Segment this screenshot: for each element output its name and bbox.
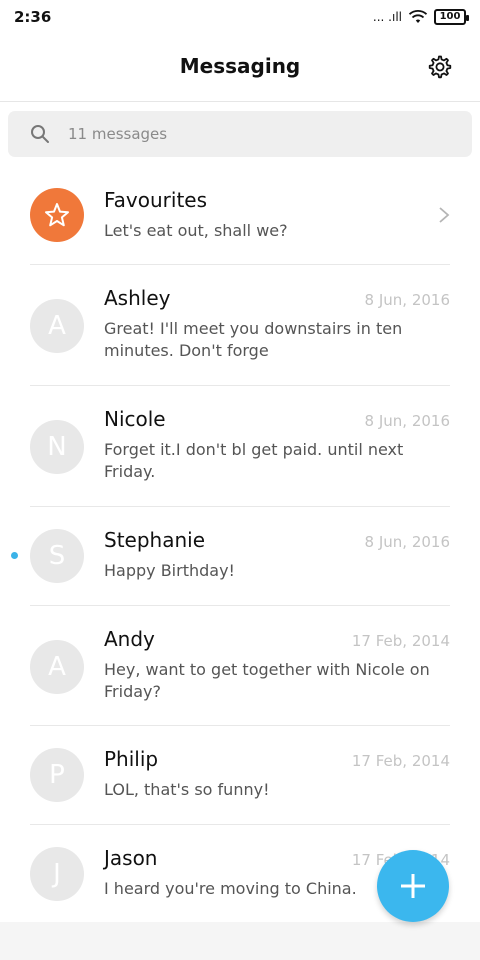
plus-icon [401, 874, 425, 898]
conversation-preview: Forget it.I don't bl get paid. until nex… [104, 440, 404, 481]
avatar: S [30, 529, 84, 583]
conversation-preview: Great! I'll meet you downstairs in ten m… [104, 319, 403, 360]
conversation-preview: Happy Birthday! [104, 561, 235, 580]
wifi-icon [408, 10, 428, 23]
search-input[interactable]: 11 messages [8, 111, 472, 157]
compose-button[interactable] [377, 850, 449, 922]
conversation-date: 8 Jun, 2016 [364, 412, 450, 430]
search-icon [31, 125, 49, 143]
gear-icon [428, 55, 452, 79]
star-icon [45, 203, 69, 227]
conversation-date: 17 Feb, 2014 [351, 752, 450, 770]
conversation-date: 17 Feb, 2014 [351, 632, 450, 650]
avatar: A [30, 640, 84, 694]
avatar: P [30, 748, 84, 802]
search-area: 11 messages [0, 102, 480, 166]
unread-indicator [11, 552, 18, 559]
avatar: J [30, 847, 84, 901]
conversation-date: 8 Jun, 2016 [364, 533, 450, 551]
conversation-favourites[interactable]: Favourites Let's eat out, shall we? [0, 166, 480, 265]
conversation-name: Philip [104, 747, 159, 771]
conversation-name: Favourites [104, 188, 208, 212]
conversation-nicole[interactable]: N Nicole 8 Jun, 2016 Forget it.I don't b… [0, 385, 480, 507]
conversation-preview: LOL, that's so funny! [104, 780, 270, 799]
conversation-philip[interactable]: P Philip 17 Feb, 2014 LOL, that's so fun… [0, 725, 480, 825]
conversation-ashley[interactable]: A Ashley 8 Jun, 2016 Great! I'll meet yo… [0, 264, 480, 386]
footer-space [0, 922, 480, 960]
avatar: A [30, 299, 84, 353]
conversation-name: Nicole [104, 407, 166, 431]
status-icons: ... .ıll 100 [372, 9, 469, 25]
signal-icon: ... .ıll [372, 10, 402, 24]
status-bar: 2:36 ... .ıll 100 [0, 0, 480, 34]
avatar [30, 188, 84, 242]
search-placeholder: 11 messages [68, 125, 168, 143]
conversation-name: Stephanie [104, 528, 206, 552]
conversation-preview: Hey, want to get together with Nicole on… [104, 660, 430, 701]
conversation-name: Ashley [104, 286, 171, 310]
chevron-right-icon [439, 207, 450, 223]
page-title: Messaging [179, 54, 301, 78]
conversation-date: 8 Jun, 2016 [364, 291, 450, 309]
settings-button[interactable] [424, 52, 454, 82]
conversation-name: Jason [104, 846, 158, 870]
battery-indicator: 100 [434, 9, 469, 25]
conversation-preview: Let's eat out, shall we? [104, 221, 288, 240]
app-header: Messaging [0, 34, 480, 102]
status-time: 2:36 [14, 8, 52, 26]
conversation-name: Andy [104, 627, 155, 651]
conversation-stephanie[interactable]: S Stephanie 8 Jun, 2016 Happy Birthday! [0, 506, 480, 606]
conversation-list: Favourites Let's eat out, shall we? A As… [0, 166, 480, 922]
conversation-andy[interactable]: A Andy 17 Feb, 2014 Hey, want to get tog… [0, 605, 480, 726]
avatar: N [30, 420, 84, 474]
